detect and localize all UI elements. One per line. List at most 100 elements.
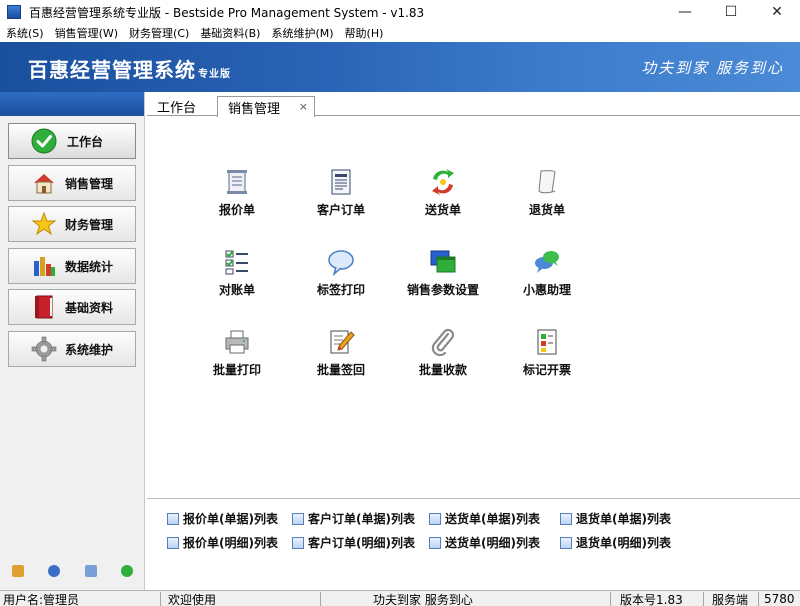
menu-finance[interactable]: 财务管理(C) xyxy=(123,25,194,41)
refresh-icon[interactable] xyxy=(120,565,133,577)
action-label: 送货单 xyxy=(424,203,461,217)
menu-sales[interactable]: 销售管理(W) xyxy=(49,25,123,41)
status-code: 5780 xyxy=(764,592,795,606)
link-quotation-list[interactable]: 报价单(单据)列表 xyxy=(167,510,278,527)
status-bar: 用户名:管理员 欢迎使用 功夫到家 服务到心 版本号1.83 服务端 5780 xyxy=(0,590,800,606)
paperclip-icon xyxy=(427,326,459,358)
status-user: 用户名:管理员 xyxy=(3,592,80,606)
link-label: 报价单(明细)列表 xyxy=(183,536,278,550)
sidebar-item-statistics[interactable]: 数据统计 xyxy=(8,248,136,284)
action-assistant[interactable]: 小惠助理 xyxy=(499,246,595,302)
action-label: 对账单 xyxy=(218,283,255,297)
sidebar-footer xyxy=(0,560,145,582)
tab-sales-label: 销售管理 xyxy=(228,101,281,117)
close-button[interactable]: ✕ xyxy=(754,0,800,24)
sidebar-item-maintenance[interactable]: 系统维护 xyxy=(8,331,136,367)
curled-paper-icon xyxy=(531,166,563,198)
sidebar-item-workbench[interactable]: 工作台 xyxy=(8,123,136,159)
menu-basic-data[interactable]: 基础资料(B) xyxy=(194,25,265,41)
link-order-list[interactable]: 客户订单(单据)列表 xyxy=(292,510,415,527)
status-divider xyxy=(160,592,161,606)
colored-blocks-icon xyxy=(531,326,563,358)
status-divider xyxy=(703,592,704,606)
tab-close-icon[interactable]: × xyxy=(299,100,308,113)
status-version: 版本号1.83 xyxy=(620,592,683,606)
speech-bubble-icon xyxy=(325,246,357,278)
maximize-button[interactable]: ☐ xyxy=(708,0,754,24)
sidebar: 工作台 销售管理 财务管理 数据统计 基础资料 系统维护 xyxy=(0,92,145,590)
status-slogan: 功夫到家 服务到心 xyxy=(373,592,473,606)
sidebar-item-label: 财务管理 xyxy=(65,217,114,232)
link-delivery-list[interactable]: 送货单(单据)列表 xyxy=(429,510,540,527)
title-bar: 百惠经营管理系统专业版 - Bestside Pro Management Sy… xyxy=(0,0,800,24)
link-label: 退货单(明细)列表 xyxy=(576,536,671,550)
action-label-print[interactable]: 标签打印 xyxy=(293,246,389,302)
action-mark-invoiced[interactable]: 标记开票 xyxy=(499,326,595,382)
action-label: 报价单 xyxy=(218,203,255,217)
house-icon xyxy=(31,170,57,196)
sidebar-item-label: 基础资料 xyxy=(65,300,114,315)
sidebar-item-label: 数据统计 xyxy=(65,259,114,274)
search-doc-icon xyxy=(560,536,572,549)
link-quotation-detail[interactable]: 报价单(明细)列表 xyxy=(167,534,278,551)
chat-bubbles-icon xyxy=(531,246,563,278)
menu-bar: 系统(S) 销售管理(W) 财务管理(C) 基础资料(B) 系统维护(M) 帮助… xyxy=(0,24,800,42)
action-customer-order[interactable]: 客户订单 xyxy=(293,166,389,222)
bar-chart-icon xyxy=(31,253,57,279)
tab-sales[interactable]: 销售管理 × xyxy=(217,96,315,117)
minimize-button[interactable]: — xyxy=(662,0,708,24)
sidebar-item-finance[interactable]: 财务管理 xyxy=(8,206,136,242)
action-label: 退货单 xyxy=(528,203,565,217)
key-icon[interactable] xyxy=(12,565,25,577)
link-order-detail[interactable]: 客户订单(明细)列表 xyxy=(292,534,415,551)
link-label: 送货单(明细)列表 xyxy=(445,536,540,550)
quick-links-panel: 报价单(单据)列表 客户订单(单据)列表 送货单(单据)列表 退货单(单据)列表… xyxy=(147,498,800,582)
gear-icon xyxy=(31,336,57,362)
action-label: 批量打印 xyxy=(212,363,261,377)
link-return-detail[interactable]: 退货单(明细)列表 xyxy=(560,534,671,551)
sidebar-header xyxy=(0,92,144,116)
banner-title: 百惠经营管理系统 专业版 xyxy=(28,54,231,83)
menu-maintenance[interactable]: 系统维护(M) xyxy=(265,25,338,41)
search-doc-icon[interactable] xyxy=(84,565,97,577)
search-doc-icon xyxy=(167,536,179,549)
clock-icon[interactable] xyxy=(48,565,61,577)
sidebar-item-sales[interactable]: 销售管理 xyxy=(8,165,136,201)
main-panel: 工作台 销售管理 × 报价单 客户订单 送货单 退货单 对账单 标签打印 销售参… xyxy=(147,92,800,590)
link-label: 客户订单(明细)列表 xyxy=(308,536,415,550)
action-label: 标签打印 xyxy=(316,283,365,297)
book-icon xyxy=(31,294,57,320)
tab-bar: 工作台 销售管理 × xyxy=(147,92,800,117)
status-divider xyxy=(610,592,611,606)
search-doc-icon xyxy=(429,512,441,525)
window-controls: — ☐ ✕ xyxy=(662,0,800,24)
link-label: 客户订单(单据)列表 xyxy=(308,512,415,526)
link-delivery-detail[interactable]: 送货单(明细)列表 xyxy=(429,534,540,551)
action-batch-print[interactable]: 批量打印 xyxy=(189,326,285,382)
action-batch-receipt[interactable]: 批量收款 xyxy=(395,326,491,382)
action-label: 标记开票 xyxy=(522,363,571,377)
action-batch-signback[interactable]: 批量签回 xyxy=(293,326,389,382)
search-doc-icon xyxy=(167,512,179,525)
search-doc-icon xyxy=(292,512,304,525)
banner-title-text: 百惠经营管理系统 xyxy=(28,58,196,82)
link-label: 送货单(单据)列表 xyxy=(445,512,540,526)
link-label: 退货单(单据)列表 xyxy=(576,512,671,526)
checkmark-icon xyxy=(31,128,57,154)
menu-help[interactable]: 帮助(H) xyxy=(339,25,389,41)
action-quotation[interactable]: 报价单 xyxy=(189,166,285,222)
action-return-note[interactable]: 退货单 xyxy=(499,166,595,222)
windows-icon xyxy=(427,246,459,278)
action-delivery-note[interactable]: 送货单 xyxy=(395,166,491,222)
checklist-icon xyxy=(221,246,253,278)
tab-workbench[interactable]: 工作台 xyxy=(147,96,206,116)
link-return-list[interactable]: 退货单(单据)列表 xyxy=(560,510,671,527)
scroll-icon xyxy=(221,166,253,198)
app-icon xyxy=(7,5,21,19)
banner-slogan: 功夫到家 服务到心 xyxy=(641,59,784,77)
action-statement[interactable]: 对账单 xyxy=(189,246,285,302)
sidebar-item-basic-data[interactable]: 基础资料 xyxy=(8,289,136,325)
sidebar-item-label: 系统维护 xyxy=(65,342,114,357)
action-sales-settings[interactable]: 销售参数设置 xyxy=(395,246,491,302)
menu-system[interactable]: 系统(S) xyxy=(0,25,49,41)
